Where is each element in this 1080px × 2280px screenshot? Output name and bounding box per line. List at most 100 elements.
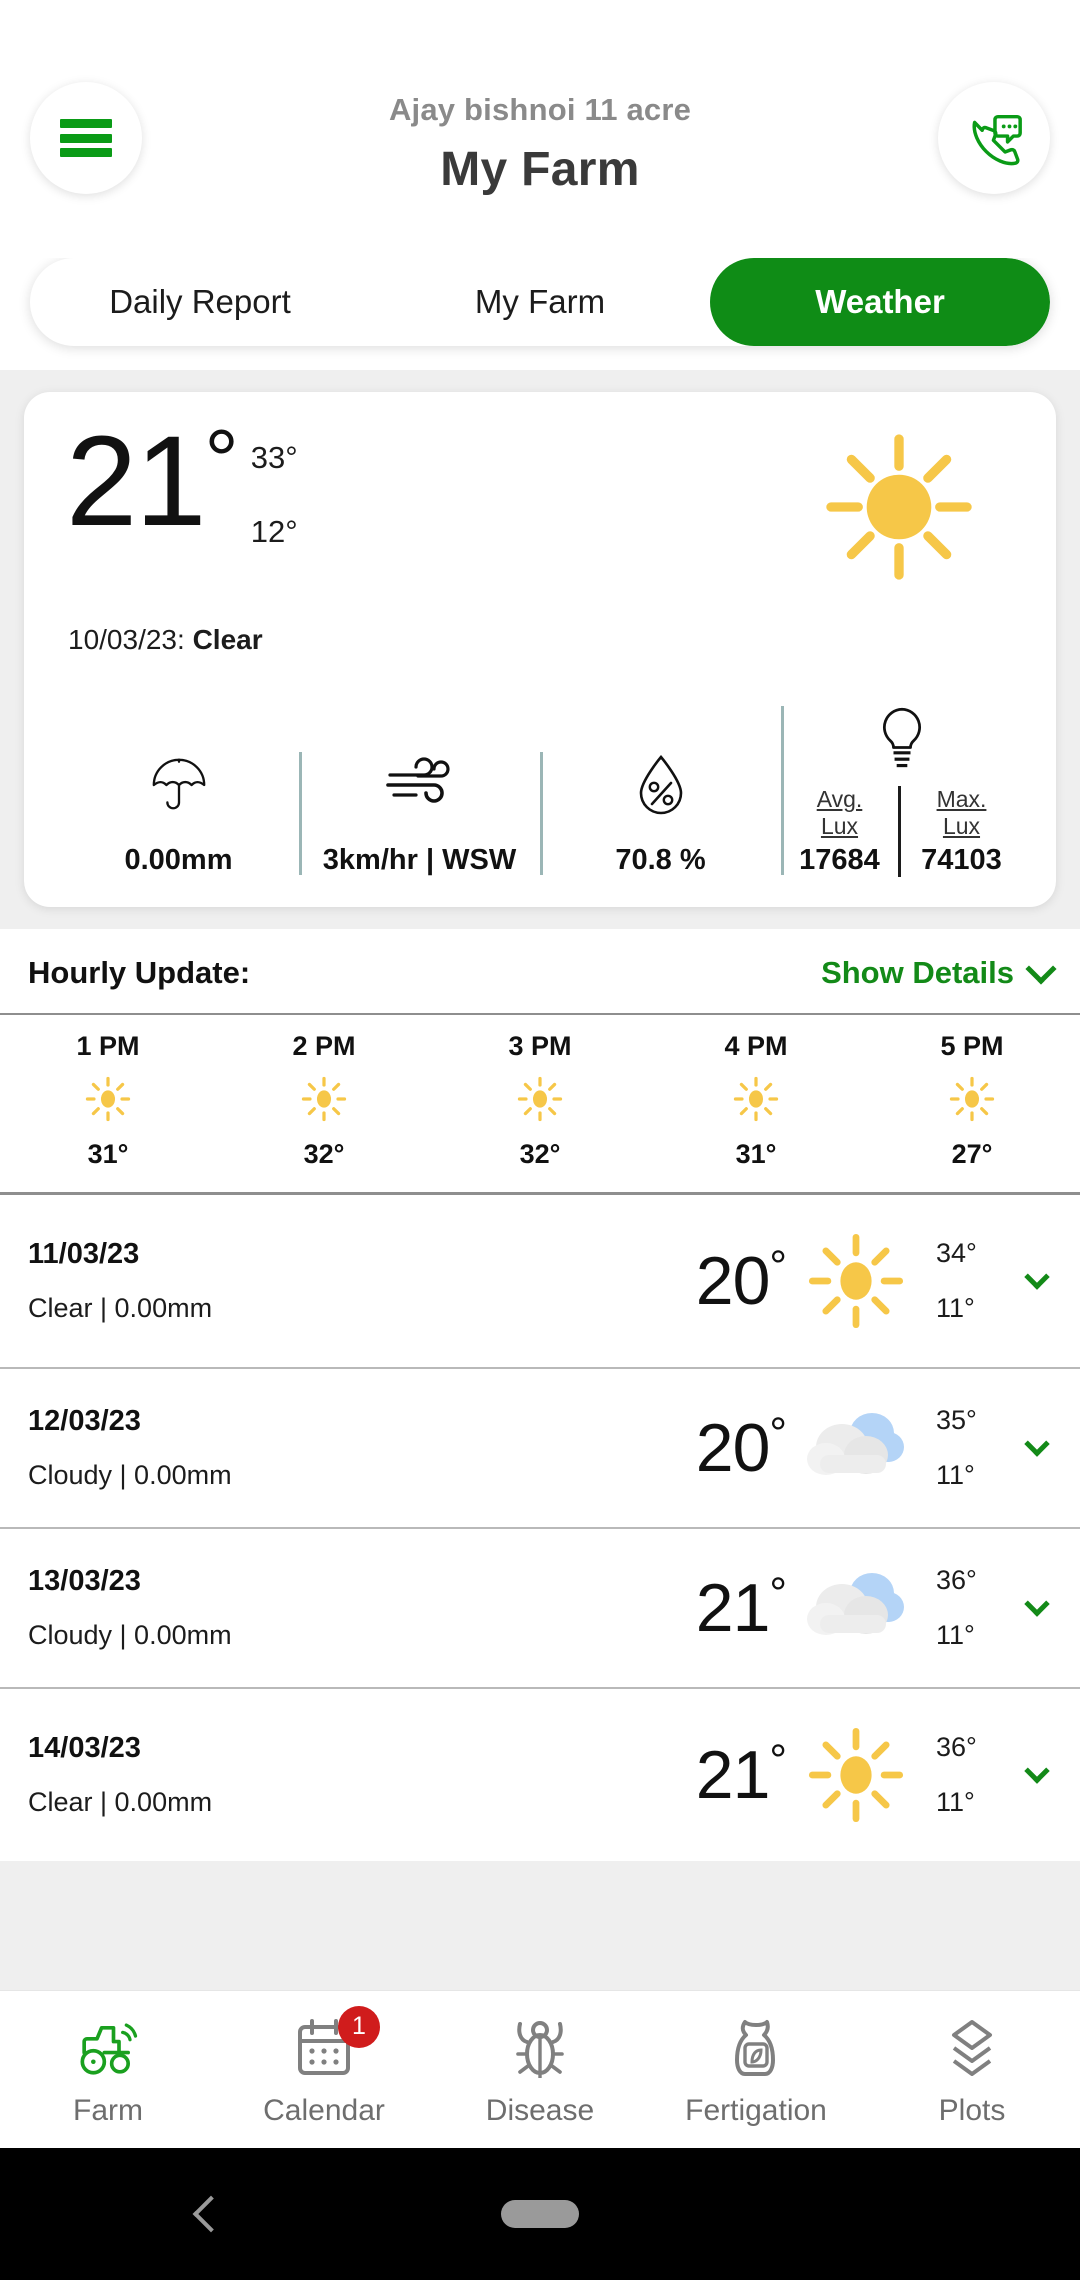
daily-info: 14/03/23 Clear | 0.00mm	[28, 1732, 458, 1818]
daily-low: 11°	[936, 1620, 1004, 1651]
hourly-item[interactable]: 4 PM 31°	[648, 1031, 864, 1170]
wind-value: 3km/hr | WSW	[323, 844, 516, 877]
tractor-icon	[75, 2012, 141, 2084]
home-pill-icon[interactable]	[501, 2200, 579, 2228]
hourly-update-header: Hourly Update: Show Details	[0, 929, 1080, 1015]
hourly-time: 5 PM	[940, 1031, 1003, 1062]
table-row[interactable]: 12/03/23 Cloudy | 0.00mm 20°	[0, 1367, 1080, 1527]
daily-date: 13/03/23	[28, 1565, 458, 1598]
show-details-label: Show Details	[821, 955, 1014, 991]
daily-high: 36°	[936, 1732, 1004, 1763]
daily-high: 35°	[936, 1405, 1004, 1436]
daily-condition: Cloudy | 0.00mm	[28, 1460, 458, 1491]
daily-values: 20° 35° 11°	[458, 1403, 1052, 1493]
daily-high-low: 36° 11°	[926, 1565, 1004, 1651]
max-lux-label: Max. Lux	[917, 786, 1006, 840]
humidity-value: 70.8 %	[615, 844, 705, 877]
back-chevron-icon[interactable]	[193, 2196, 230, 2233]
degree-symbol: °	[769, 1736, 786, 1785]
degree-symbol: °	[204, 413, 236, 509]
avg-lux-value: 17684	[797, 844, 882, 877]
daily-info: 11/03/23 Clear | 0.00mm	[28, 1238, 458, 1324]
max-lux-column: Max. Lux 74103	[898, 786, 1022, 877]
nav-item-fertigation[interactable]: Fertigation	[648, 2012, 864, 2128]
nav-item-disease[interactable]: Disease	[432, 2012, 648, 2128]
metric-humidity: 70.8 %	[540, 748, 781, 877]
daily-condition: Cloudy | 0.00mm	[28, 1620, 458, 1651]
nav-label-disease: Disease	[486, 2094, 594, 2128]
chevron-down-icon	[1025, 953, 1056, 984]
hourly-update-title: Hourly Update:	[28, 955, 250, 991]
metric-lux: Avg. Lux 17684 Max. Lux 74103	[781, 702, 1022, 877]
daily-temp-value: 20	[696, 1243, 770, 1319]
hourly-time: 1 PM	[76, 1031, 139, 1062]
table-row[interactable]: 11/03/23 Clear | 0.00mm 20° 34° 11°	[0, 1195, 1080, 1367]
lux-values: Avg. Lux 17684 Max. Lux 74103	[781, 786, 1022, 877]
show-details-button[interactable]: Show Details	[821, 955, 1052, 991]
lightbulb-icon	[873, 702, 931, 776]
expand-row-chevron-icon[interactable]	[1024, 1431, 1049, 1456]
current-low: 12°	[251, 514, 298, 550]
current-temp-value: 21	[66, 410, 204, 553]
app-header: Ajay bishnoi 11 acre My Farm	[0, 0, 1080, 258]
table-row[interactable]: 13/03/23 Cloudy | 0.00mm 21°	[0, 1527, 1080, 1687]
nav-item-calendar[interactable]: 1 Calendar	[216, 2012, 432, 2128]
farm-owner-subtitle: Ajay bishnoi 11 acre	[0, 92, 1080, 128]
daily-condition: Clear | 0.00mm	[28, 1293, 458, 1324]
daily-temp: 21°	[696, 1736, 786, 1814]
daily-values: 20° 34° 11°	[458, 1229, 1052, 1333]
current-condition: Clear	[193, 624, 263, 655]
tabs-container: Daily Report My Farm Weather	[0, 258, 1080, 370]
sun-icon	[796, 1229, 916, 1333]
hourly-temp: 32°	[304, 1139, 345, 1170]
daily-high-low: 36° 11°	[926, 1732, 1004, 1818]
hourly-temp: 31°	[88, 1139, 129, 1170]
hourly-forecast-strip[interactable]: 1 PM 31° 2 PM 32° 3 PM 32°	[0, 1015, 1080, 1195]
fertilizer-bag-icon	[727, 2012, 785, 2084]
tab-weather[interactable]: Weather	[710, 258, 1050, 346]
daily-temp-value: 21	[696, 1737, 770, 1813]
call-support-button[interactable]	[938, 82, 1050, 194]
sun-icon	[945, 1072, 999, 1131]
current-metrics-row: 0.00mm 3km/hr | WSW	[52, 702, 1028, 877]
table-row[interactable]: 14/03/23 Clear | 0.00mm 21° 36° 11°	[0, 1687, 1080, 1861]
tab-my-farm[interactable]: My Farm	[370, 258, 710, 346]
hourly-item[interactable]: 2 PM 32°	[216, 1031, 432, 1170]
daily-date: 11/03/23	[28, 1238, 458, 1271]
daily-high: 34°	[936, 1238, 1004, 1269]
header-titles: Ajay bishnoi 11 acre My Farm	[0, 92, 1080, 197]
expand-row-chevron-icon[interactable]	[1024, 1264, 1049, 1289]
nav-label-fertigation: Fertigation	[685, 2094, 827, 2128]
daily-low: 11°	[936, 1460, 1004, 1491]
tab-daily-report[interactable]: Daily Report	[30, 258, 370, 346]
daily-high-low: 34° 11°	[926, 1238, 1004, 1324]
max-lux-value: 74103	[917, 844, 1006, 877]
sun-icon	[513, 1072, 567, 1131]
current-high-low: 33° 12°	[251, 440, 298, 550]
current-date: 10/03/23:	[68, 624, 185, 655]
daily-condition: Clear | 0.00mm	[28, 1787, 458, 1818]
daily-high-low: 35° 11°	[926, 1405, 1004, 1491]
sun-icon	[796, 1723, 916, 1827]
avg-lux-column: Avg. Lux 17684	[781, 786, 898, 877]
nav-item-plots[interactable]: Plots	[864, 2012, 1080, 2128]
hourly-item[interactable]: 3 PM 32°	[432, 1031, 648, 1170]
nav-label-plots: Plots	[939, 2094, 1006, 2128]
daily-high: 36°	[936, 1565, 1004, 1596]
metric-wind: 3km/hr | WSW	[299, 748, 540, 877]
hourly-item[interactable]: 1 PM 31°	[0, 1031, 216, 1170]
page-title: My Farm	[0, 142, 1080, 197]
nav-item-farm[interactable]: Farm	[0, 2012, 216, 2128]
current-date-condition: 10/03/23: Clear	[52, 624, 1028, 656]
calendar-badge: 1	[338, 2006, 380, 2048]
bug-icon	[512, 2012, 568, 2084]
bottom-navigation: Farm 1 Calendar	[0, 1990, 1080, 2148]
expand-row-chevron-icon[interactable]	[1024, 1758, 1049, 1783]
hourly-item[interactable]: 5 PM 27°	[864, 1031, 1080, 1170]
expand-row-chevron-icon[interactable]	[1024, 1591, 1049, 1616]
nav-label-farm: Farm	[73, 2094, 143, 2128]
daily-temp: 20°	[696, 1242, 786, 1320]
daily-date: 12/03/23	[28, 1405, 458, 1438]
current-summary: 21° 33° 12°	[52, 418, 1028, 614]
weather-content: 21° 33° 12°	[0, 370, 1080, 1990]
